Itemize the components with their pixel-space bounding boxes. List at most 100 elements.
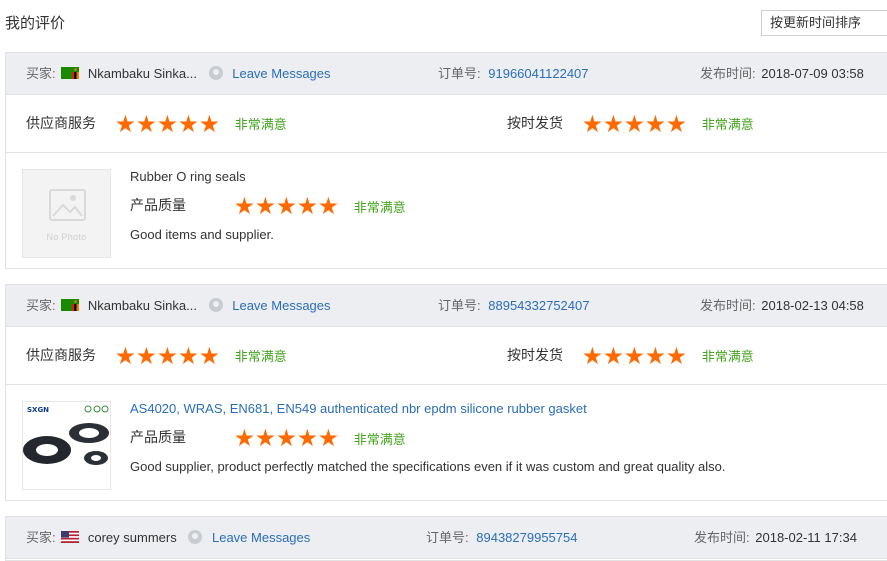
star-rating [583, 114, 688, 134]
order-number-link[interactable]: 91966041122407 [488, 66, 588, 81]
leave-messages-link[interactable]: Leave Messages [212, 530, 310, 545]
supplier-service-label: 供应商服务 [26, 347, 96, 363]
satisfaction-text: 非常满意 [353, 199, 406, 215]
order-info: 订单号: 89438279955754 [426, 517, 577, 558]
no-photo-placeholder[interactable]: No Photo [22, 169, 111, 258]
image-icon [49, 189, 86, 221]
order-info: 订单号: 88954332752407 [438, 285, 589, 326]
star-icon [137, 346, 156, 365]
star-icon [625, 114, 644, 133]
star-icon [137, 114, 156, 133]
brand-logo: SXGN [27, 406, 50, 414]
page-title: 我的评价 [5, 15, 66, 32]
product-quality-label: 产品质量 [130, 429, 186, 445]
satisfaction-text: 非常满意 [234, 348, 287, 364]
product-title: Rubber O ring seals [130, 169, 246, 184]
review-header: 买家: Nkambaku Sinka... Leave Messages 订单号… [6, 53, 887, 95]
star-icon [646, 346, 665, 365]
star-rating [116, 346, 221, 366]
user-icon [188, 530, 203, 544]
usa-flag-icon [61, 531, 80, 543]
supplier-service-rating: 供应商服务 非常满意 [26, 95, 287, 152]
supplier-service-rating: 供应商服务 非常满意 [26, 327, 287, 384]
review-card: 买家: Nkambaku Sinka... Leave Messages 订单号… [5, 52, 887, 269]
zambia-flag-icon [61, 67, 80, 79]
buyer-info: 买家: Nkambaku Sinka... Leave Messages [26, 285, 331, 326]
star-rating [116, 114, 221, 134]
star-icon [158, 114, 177, 133]
star-icon [235, 428, 254, 447]
user-icon [208, 298, 223, 312]
review-card: 买家: Nkambaku Sinka... Leave Messages 订单号… [5, 284, 887, 501]
order-number-link[interactable]: 88954332752407 [488, 298, 589, 313]
star-rating [235, 428, 340, 448]
star-icon [158, 346, 177, 365]
star-icon [256, 428, 275, 447]
service-rating-row: 供应商服务 非常满意 按时发货 非常满意 [6, 327, 887, 385]
publish-time: 2018-02-11 17:34 [755, 530, 857, 545]
buyer-name[interactable]: Nkambaku Sinka... [88, 298, 197, 313]
publish-label: 发布时间: [700, 298, 756, 313]
user-icon [208, 66, 223, 80]
star-icon [179, 114, 198, 133]
on-time-delivery-rating: 按时发货 非常满意 [507, 327, 754, 384]
star-icon [277, 196, 296, 215]
leave-messages-link[interactable]: Leave Messages [232, 66, 330, 81]
star-icon [583, 346, 602, 365]
product-title-link[interactable]: AS4020, WRAS, EN681, EN549 authenticated… [130, 401, 587, 416]
satisfaction-text: 非常满意 [701, 116, 754, 132]
satisfaction-text: 非常满意 [234, 116, 287, 132]
star-icon [667, 114, 686, 133]
buyer-info: 买家: Nkambaku Sinka... Leave Messages [26, 53, 331, 94]
publish-label: 发布时间: [694, 530, 750, 545]
product-quality-rating: 产品质量 非常满意 [130, 427, 406, 448]
product-row: No Photo Rubber O ring seals 产品质量 非常满意 G… [6, 153, 887, 269]
buyer-name[interactable]: corey summers [88, 530, 177, 545]
review-comment: Good items and supplier. [130, 227, 274, 242]
star-icon [646, 114, 665, 133]
product-quality-rating: 产品质量 非常满意 [130, 195, 406, 216]
order-label: 订单号: [438, 66, 481, 81]
publish-info: 发布时间: 2018-07-09 03:58 [700, 53, 864, 94]
publish-time: 2018-07-09 03:58 [761, 66, 864, 81]
publish-info: 发布时间: 2018-02-13 04:58 [700, 285, 864, 326]
publish-info: 发布时间: 2018-02-11 17:34 [694, 517, 857, 558]
order-label: 订单号: [426, 530, 469, 545]
star-icon [604, 346, 623, 365]
gasket-image [23, 405, 109, 465]
buyer-info: 买家: corey summers Leave Messages [26, 517, 310, 558]
order-info: 订单号: 91966041122407 [438, 53, 589, 94]
star-icon [583, 114, 602, 133]
on-time-delivery-rating: 按时发货 非常满意 [507, 95, 754, 152]
buyer-name[interactable]: Nkambaku Sinka... [88, 66, 197, 81]
buyer-label: 买家: [26, 298, 56, 313]
order-number-link[interactable]: 89438279955754 [476, 530, 577, 545]
star-icon [298, 428, 317, 447]
zambia-flag-icon [61, 299, 80, 311]
star-icon [667, 346, 686, 365]
leave-messages-link[interactable]: Leave Messages [232, 298, 330, 313]
star-icon [298, 196, 317, 215]
review-header: 买家: Nkambaku Sinka... Leave Messages 订单号… [6, 285, 887, 327]
review-comment: Good supplier, product perfectly matched… [130, 459, 726, 474]
buyer-label: 买家: [26, 530, 56, 545]
product-row: SXGN AS4020, WRAS, EN681, EN549 authenti… [6, 385, 887, 501]
star-icon [179, 346, 198, 365]
star-icon [277, 428, 296, 447]
publish-label: 发布时间: [700, 66, 756, 81]
star-rating [583, 346, 688, 366]
service-rating-row: 供应商服务 非常满意 按时发货 非常满意 [6, 95, 887, 153]
supplier-service-label: 供应商服务 [26, 115, 96, 131]
star-icon [625, 346, 644, 365]
rubber-gasket-photo[interactable]: SXGN [22, 401, 111, 490]
sort-by-update-time-button[interactable]: 按更新时间排序 [761, 10, 887, 36]
publish-time: 2018-02-13 04:58 [761, 298, 864, 313]
star-icon [319, 428, 338, 447]
review-card: 买家: corey summers Leave Messages 订单号: 89… [5, 516, 887, 561]
star-icon [604, 114, 623, 133]
star-icon [319, 196, 338, 215]
star-icon [235, 196, 254, 215]
star-icon [116, 114, 135, 133]
order-label: 订单号: [438, 298, 481, 313]
star-icon [116, 346, 135, 365]
